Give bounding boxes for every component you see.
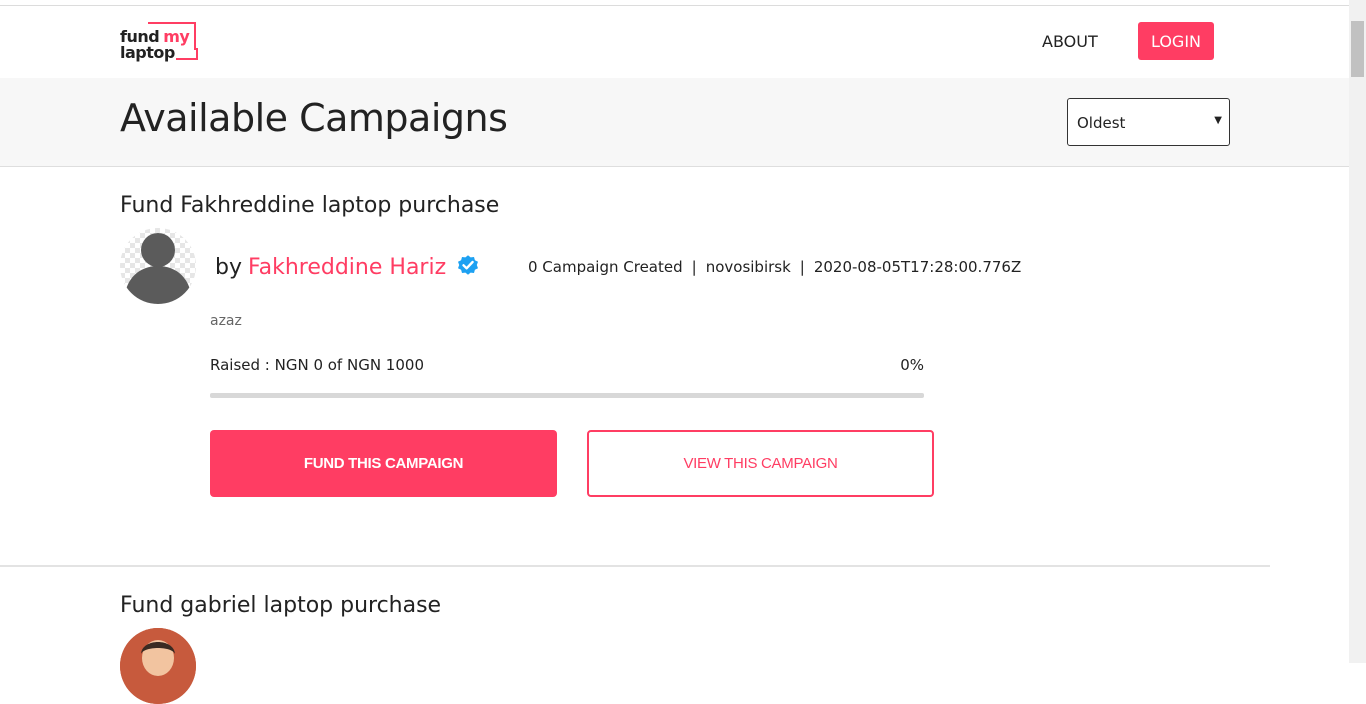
sort-select[interactable]: Oldest ▼	[1067, 98, 1230, 146]
campaign-description: azaz	[210, 313, 242, 329]
progress-percent: 0%	[900, 356, 924, 374]
page-title: Available Campaigns	[120, 96, 508, 140]
fund-campaign-button[interactable]: FUND THIS CAMPAIGN	[210, 430, 557, 497]
campaign-title: Fund gabriel laptop purchase	[120, 593, 442, 618]
avatar	[120, 228, 196, 304]
site-header: fund my laptop ABOUT LOGIN	[0, 6, 1349, 78]
sort-selected-value: Oldest	[1077, 114, 1126, 132]
verified-badge-icon	[456, 253, 480, 283]
chevron-down-icon: ▼	[1214, 115, 1222, 126]
campaign-title: Fund Fakhreddine laptop purchase	[120, 193, 500, 218]
by-label: by	[215, 255, 242, 280]
logo-text-line2: laptop	[120, 43, 175, 62]
scrollbar-thumb[interactable]	[1351, 21, 1364, 77]
owner-name-link[interactable]: Fakhreddine Hariz	[248, 255, 446, 280]
login-button[interactable]: LOGIN	[1138, 22, 1214, 60]
separator: |	[799, 258, 805, 276]
date: 2020-08-05T17:28:00.776Z	[813, 258, 1022, 276]
location: novosibirsk	[705, 258, 791, 276]
site-logo[interactable]: fund my laptop	[120, 22, 200, 64]
logo-frame-bottom	[176, 48, 198, 60]
view-campaign-button[interactable]: VIEW THIS CAMPAIGN	[587, 430, 934, 497]
user-silhouette-icon	[124, 233, 192, 304]
progress-bar	[210, 393, 924, 398]
nav-about-link[interactable]: ABOUT	[1042, 32, 1098, 51]
vertical-scrollbar[interactable]	[1349, 0, 1366, 663]
campaign-owner-line: by Fakhreddine Hariz	[215, 253, 480, 283]
raised-amount: Raised : NGN 0 of NGN 1000	[210, 356, 424, 374]
avatar	[120, 628, 196, 704]
separator: |	[691, 258, 697, 276]
campaign-meta: 0 Campaign Created | novosibirsk | 2020-08-0…	[528, 258, 1021, 276]
campaign-divider	[0, 565, 1270, 567]
campaigns-created-count: 0 Campaign Created	[528, 258, 683, 276]
user-photo	[120, 628, 196, 704]
